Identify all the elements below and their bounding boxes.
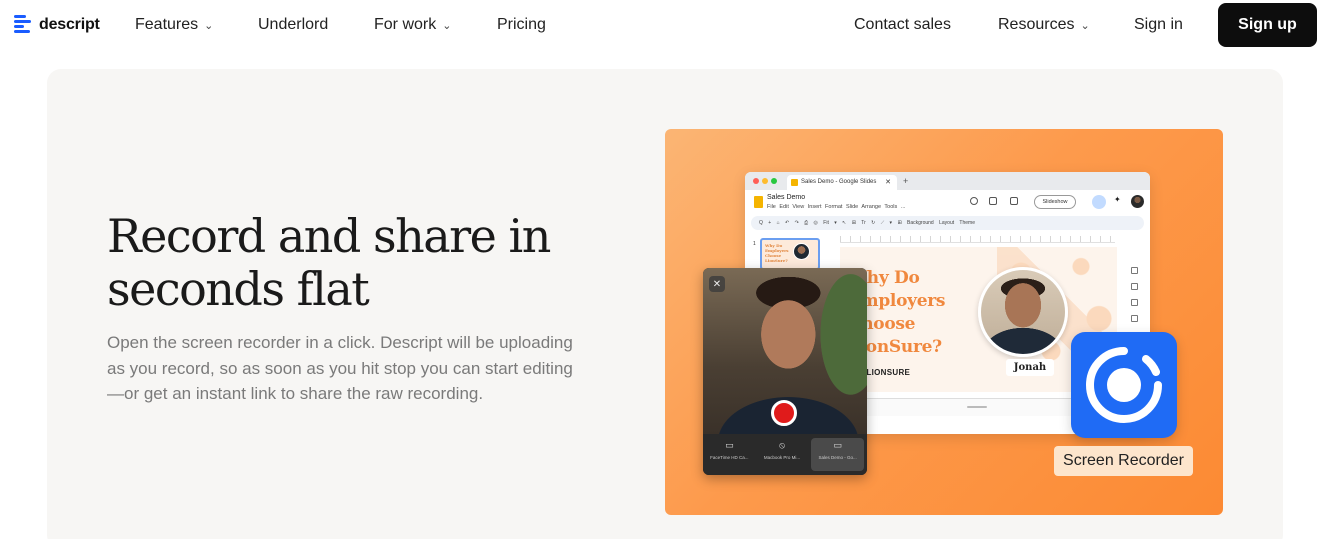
record-button	[771, 400, 797, 426]
webcam-recorder-panel: ✕ ▭ FaceTime HD Ca... ⦸ Macbook Pro Mi..…	[703, 268, 867, 475]
nav-resources-label: Resources	[998, 16, 1075, 33]
window-close-dot	[753, 178, 759, 184]
monitor-icon: ▭	[833, 440, 842, 450]
nav-pricing[interactable]: Pricing	[497, 15, 546, 35]
slideshow-button: Slideshow	[1034, 195, 1076, 209]
close-icon: ✕	[709, 276, 725, 292]
nav-for-work[interactable]: For work ⌄	[374, 15, 451, 35]
window-maximize-dot	[771, 178, 777, 184]
tab-close-icon: ✕	[885, 179, 891, 186]
microphone-source-label: Macbook Pro Mi...	[763, 455, 801, 460]
doc-title: Sales Demo	[767, 194, 806, 201]
slides-doc-icon	[754, 196, 763, 208]
screen-recorder-illustration: Sales Demo - Google Slides ✕ + Sales Dem…	[665, 129, 1223, 515]
camera-source-option: ▭ FaceTime HD Ca...	[703, 434, 756, 475]
share-icon	[1092, 195, 1106, 209]
nav-underlord[interactable]: Underlord	[258, 15, 328, 35]
slides-toolbar: Q + ⌂ ↶ ↷ ⎙ ◎ Fit ▾ ↖ ⊞ Tr ↻ ⟋ ▾ ⊞ Backg…	[751, 216, 1144, 230]
screen-recorder-glyph-icon	[1086, 347, 1162, 423]
doc-menu: File Edit View Insert Format Slide Arran…	[767, 204, 906, 210]
user-avatar	[1131, 195, 1144, 208]
nav-contact-sales-label: Contact sales	[854, 16, 951, 33]
video-camera-icon: ▭	[725, 440, 734, 450]
slide-brand-label: LIONSURE	[866, 368, 911, 377]
nav-sign-in-label: Sign in	[1134, 16, 1183, 33]
chevron-down-icon: ⌄	[1080, 20, 1090, 32]
nav-pricing-label: Pricing	[497, 16, 546, 33]
brand-name: descript	[39, 15, 100, 33]
slides-header: Sales Demo File Edit View Insert Format …	[745, 190, 1150, 215]
browser-tab: Sales Demo - Google Slides ✕	[787, 175, 897, 190]
recorder-source-bar: ▭ FaceTime HD Ca... ⦸ Macbook Pro Mi... …	[703, 434, 867, 475]
sign-up-button[interactable]: Sign up	[1218, 3, 1317, 47]
ruler	[840, 236, 1115, 243]
nav-features-label: Features	[135, 16, 199, 33]
nav-contact-sales[interactable]: Contact sales	[854, 15, 951, 35]
window-minimize-dot	[762, 178, 768, 184]
nav-features[interactable]: Features ⌄	[135, 15, 213, 35]
descript-logo[interactable]: descript	[14, 14, 100, 35]
browser-tab-bar: Sales Demo - Google Slides ✕ +	[745, 172, 1150, 190]
thumbnail-avatar	[793, 243, 810, 260]
top-nav: descript Features ⌄ Underlord For work ⌄…	[0, 0, 1329, 50]
sparkle-icon: ✦	[1114, 195, 1121, 204]
slides-icon	[791, 179, 798, 186]
speaker-avatar	[978, 267, 1068, 357]
nav-resources[interactable]: Resources ⌄	[998, 15, 1090, 35]
camera-source-label: FaceTime HD Ca...	[710, 455, 749, 460]
comment-icon	[989, 197, 997, 205]
hero-headline: Record and share in seconds flat	[107, 209, 551, 316]
history-icon	[970, 197, 978, 205]
new-tab-icon: +	[903, 176, 909, 186]
screen-recorder-label: Screen Recorder	[1054, 446, 1193, 476]
microphone-icon: ⦸	[779, 440, 785, 450]
speaker-name-label: Jonah	[1006, 359, 1054, 376]
thumbnail-number: 1	[753, 241, 756, 247]
screen-recorder-app-icon	[1071, 332, 1177, 438]
hero-subtext: Open the screen recorder in a click. Des…	[107, 333, 573, 403]
descript-logo-icon	[14, 14, 33, 35]
screen-source-label: Sales Demo - Go...	[818, 455, 857, 460]
chevron-down-icon: ⌄	[442, 20, 452, 32]
screen-source-option: ▭ Sales Demo - Go...	[811, 438, 865, 471]
slide-thumbnail: Why Do Employers Choose LionSure?	[760, 238, 820, 270]
thumbnail-text: Why Do Employers Choose LionSure?	[765, 243, 789, 263]
nav-for-work-label: For work	[374, 16, 437, 33]
nav-sign-in[interactable]: Sign in	[1134, 15, 1183, 35]
meet-icon	[1010, 197, 1018, 205]
chevron-down-icon: ⌄	[204, 20, 214, 32]
browser-tab-title: Sales Demo - Google Slides	[801, 179, 877, 185]
microphone-source-option: ⦸ Macbook Pro Mi...	[756, 434, 809, 475]
nav-underlord-label: Underlord	[258, 16, 329, 33]
